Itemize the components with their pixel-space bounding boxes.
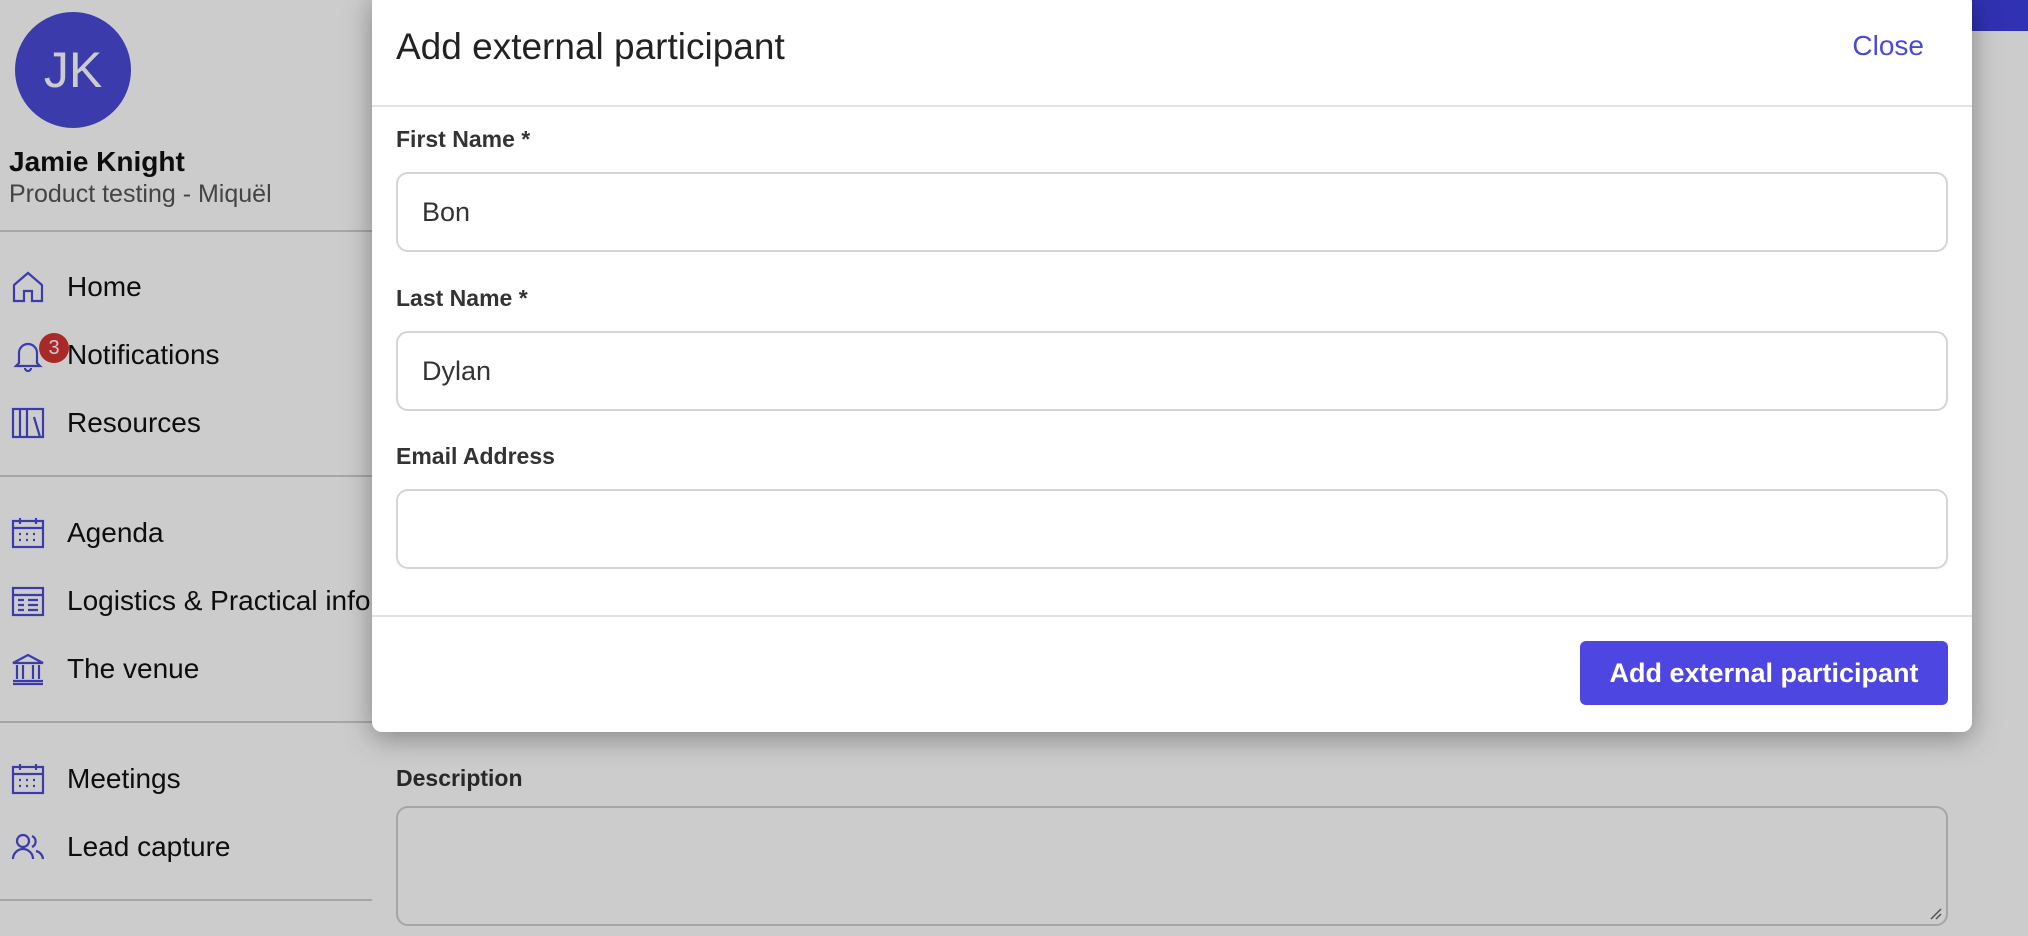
email-label: Email Address	[396, 443, 555, 469]
first-name-label: First Name *	[396, 126, 531, 152]
first-name-field[interactable]	[396, 172, 1948, 252]
email-field[interactable]	[396, 489, 1948, 569]
add-external-participant-dialog: Add external participant Close First Nam…	[372, 0, 1972, 732]
last-name-label: Last Name *	[396, 285, 528, 311]
add-external-participant-button[interactable]: Add external participant	[1580, 641, 1948, 705]
last-name-field[interactable]	[396, 331, 1948, 411]
modal-footer: Add external participant	[372, 615, 1972, 732]
modal-title: Add external participant	[396, 26, 785, 67]
modal-header: Add external participant Close	[372, 0, 1972, 107]
close-button[interactable]: Close	[1852, 30, 1924, 62]
